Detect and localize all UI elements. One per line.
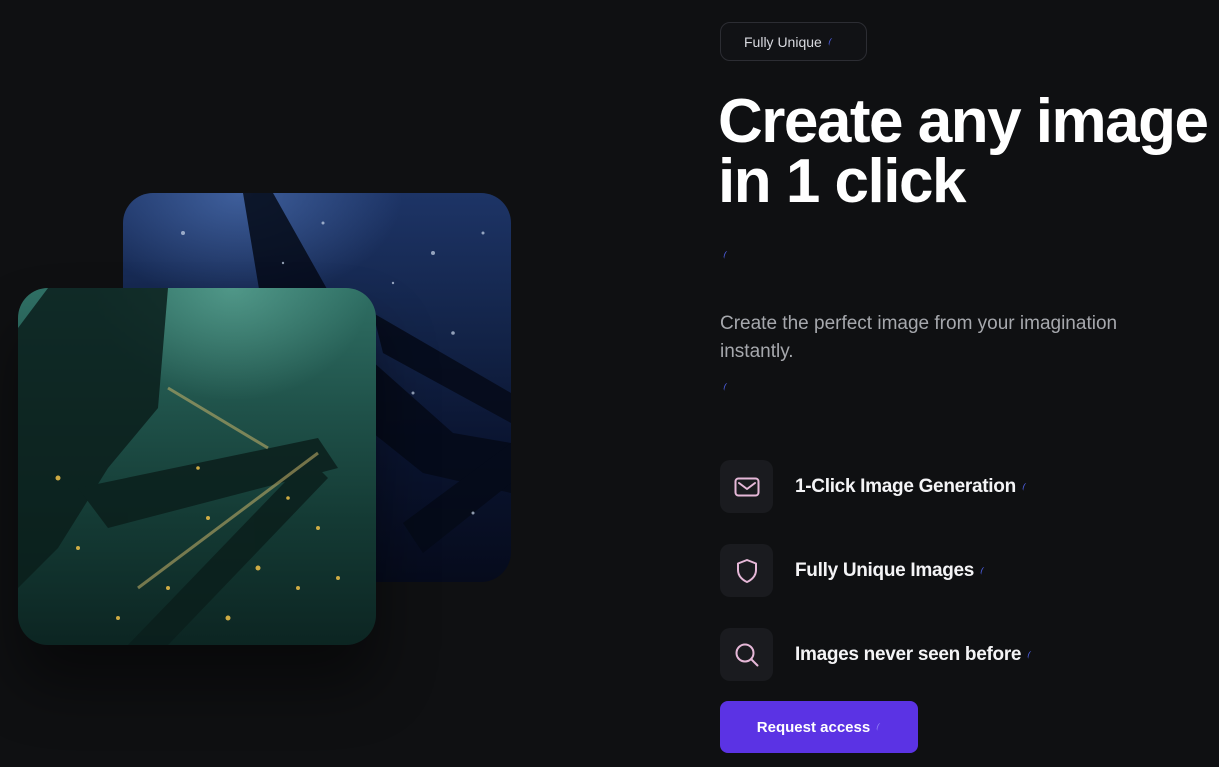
search-icon: [720, 628, 773, 681]
feature-badge: Fully Unique: [720, 22, 867, 61]
mail-icon: [720, 460, 773, 513]
feature-label: Images never seen before: [795, 643, 1022, 665]
request-access-button[interactable]: Request access: [720, 701, 918, 753]
underwater-image-front: [18, 288, 376, 645]
feature-item-never-seen: Images never seen before: [720, 628, 1034, 681]
feature-item-image-generation: 1-Click Image Generation: [720, 460, 1029, 513]
badge-label: Fully Unique: [744, 33, 822, 50]
page-title-line-1: Create any image: [718, 87, 1209, 156]
request-access-label: Request access: [756, 718, 871, 736]
feature-label: Fully Unique Images: [795, 559, 975, 581]
feature-item-unique-images: Fully Unique Images: [720, 544, 987, 597]
sparkle-icon: [1021, 482, 1029, 491]
landing-page: Fully Unique Create any image in 1 click…: [0, 0, 1219, 767]
sparkle-icon: [722, 382, 730, 392]
sparkle-icon: [1026, 650, 1034, 659]
sparkle-icon: [827, 37, 835, 46]
page-subtitle: Create the perfect image from your imagi…: [720, 313, 1118, 362]
page-title-line-2: in 1 click: [718, 147, 966, 216]
sparkle-icon: [875, 722, 883, 732]
sparkle-icon: [979, 566, 987, 575]
sparkle-icon: [722, 250, 730, 260]
feature-label: 1-Click Image Generation: [795, 475, 1016, 497]
shield-icon: [720, 544, 773, 597]
page-title: Create any image in 1 click: [718, 87, 1209, 216]
